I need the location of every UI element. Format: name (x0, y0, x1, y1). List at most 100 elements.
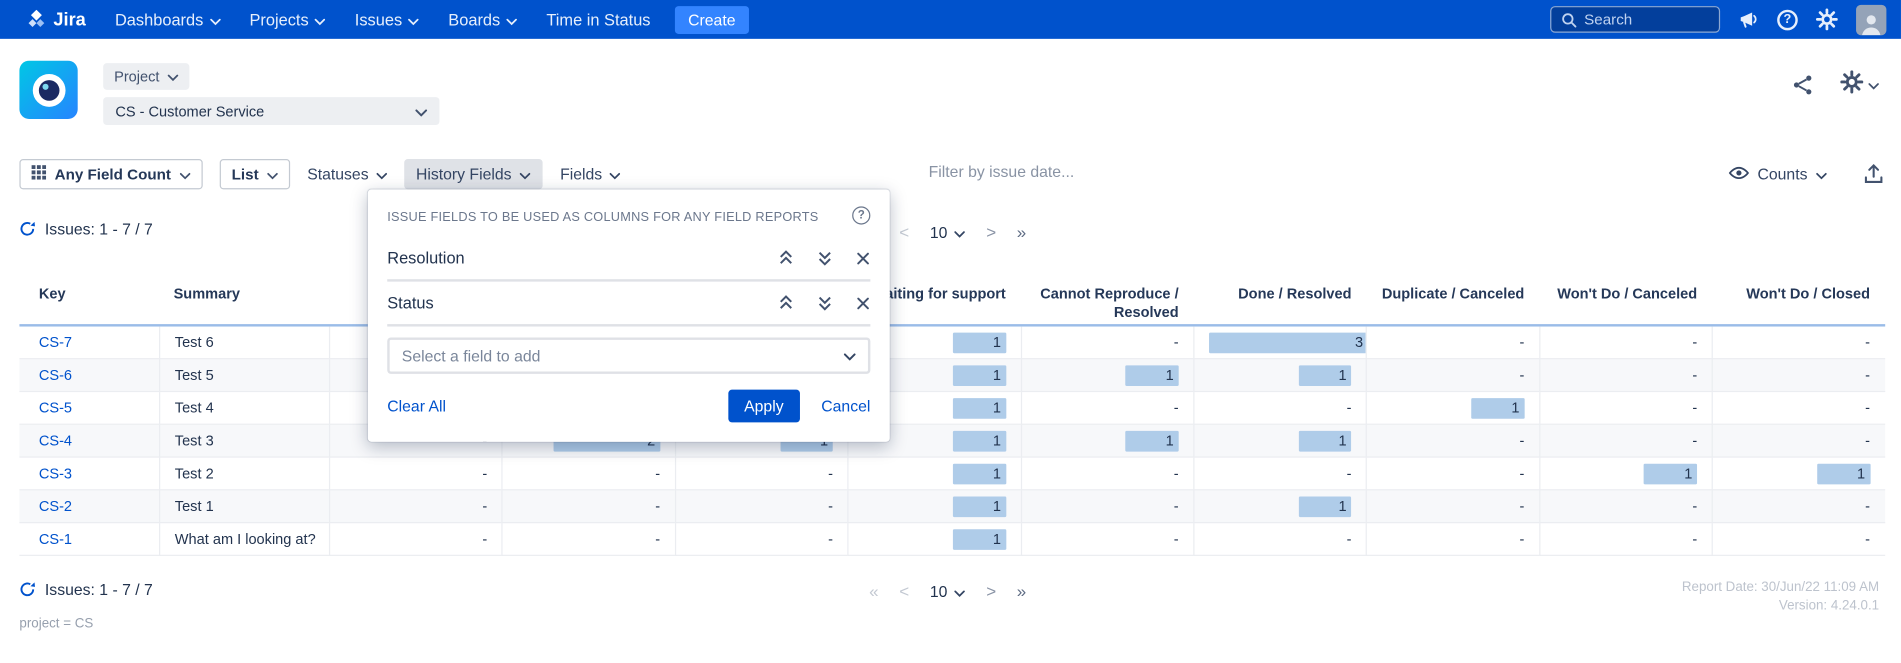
nav-item-label: Boards (448, 10, 500, 28)
count-cell: - (1539, 425, 1712, 458)
report-type-button[interactable]: Any Field Count (19, 159, 202, 189)
report-table: KeySummary/ Waiting for supportCannot Re… (19, 279, 1885, 556)
history-fields-button[interactable]: History Fields (404, 159, 543, 189)
view-mode-button[interactable]: List (220, 159, 291, 189)
count-cell: - (1020, 392, 1193, 425)
count-cell: 1 (1020, 359, 1193, 392)
prev-page-button[interactable]: < (899, 581, 909, 600)
export-icon[interactable] (1863, 164, 1884, 185)
count-cell: - (1712, 327, 1885, 360)
issue-key-link[interactable]: CS-6 (39, 367, 72, 384)
issue-key-link[interactable]: CS-4 (39, 432, 72, 449)
apply-button[interactable]: Apply (728, 390, 799, 423)
page: Jira Dashboards Projects Issues Boards (0, 0, 1901, 663)
page-size-select[interactable]: 10 (930, 582, 966, 600)
table-row: CS-4Test 3-21111--- (19, 425, 1885, 458)
search-input[interactable] (1584, 11, 1709, 28)
project-scope-button[interactable]: Project (103, 63, 190, 90)
cancel-link[interactable]: Cancel (821, 397, 870, 415)
issue-summary: Test 4 (159, 392, 329, 425)
column-header: Summary (159, 279, 329, 303)
column-header: Done / Resolved (1193, 279, 1366, 303)
remove-field-icon[interactable] (856, 251, 871, 266)
project-select[interactable]: CS - Customer Service (103, 97, 439, 125)
create-button[interactable]: Create (675, 5, 749, 33)
next-page-button[interactable]: > (986, 581, 996, 600)
count-bar: 1 (1644, 464, 1697, 485)
announcements-icon[interactable] (1738, 10, 1759, 29)
count-bar: 1 (953, 366, 1006, 387)
user-avatar[interactable] (1856, 4, 1886, 34)
report-version: Version: 4.24.0.1 (1682, 597, 1879, 615)
refresh-icon[interactable] (19, 221, 35, 237)
move-to-bottom-icon[interactable] (817, 295, 833, 311)
count-cell: - (1020, 458, 1193, 491)
prev-page-button[interactable]: < (899, 222, 909, 241)
add-field-select[interactable]: Select a field to add (387, 337, 870, 373)
jql-query-text: project = CS (19, 617, 93, 632)
next-page-button[interactable]: > (986, 222, 996, 241)
issue-key-link[interactable]: CS-1 (39, 530, 72, 547)
move-to-top-icon[interactable] (778, 250, 794, 266)
add-field-placeholder: Select a field to add (402, 347, 541, 365)
count-bar: 1 (1817, 464, 1870, 485)
fields-button[interactable]: Fields (560, 165, 620, 183)
issue-summary: What am I looking at? (159, 523, 329, 556)
table-row: CS-5Test 41--1-- (19, 392, 1885, 425)
history-fields-label: History Fields (416, 165, 512, 183)
chevron-down-icon (267, 166, 278, 183)
move-to-bottom-icon[interactable] (817, 250, 833, 266)
chevron-down-icon (376, 165, 387, 183)
gear-icon[interactable] (1816, 8, 1838, 30)
nav-item-dashboards[interactable]: Dashboards (115, 10, 220, 28)
jira-logo[interactable]: Jira (27, 9, 86, 30)
count-cell: 1 (1193, 490, 1366, 523)
issue-key-link[interactable]: CS-3 (39, 465, 72, 482)
issue-date-filter-input[interactable] (929, 163, 1148, 181)
pagination-top: « < 10 > » (869, 222, 1026, 241)
nav-item-boards[interactable]: Boards (448, 10, 517, 28)
popup-help-icon[interactable]: ? (852, 206, 870, 224)
clear-all-link[interactable]: Clear All (387, 397, 446, 415)
count-cell: - (329, 490, 502, 523)
remove-field-icon[interactable] (856, 296, 871, 311)
nav-item-time-in-status[interactable]: Time in Status (546, 10, 650, 28)
column-header: Duplicate / Canceled (1366, 279, 1539, 303)
popup-title: ISSUE FIELDS TO BE USED AS COLUMNS FOR A… (387, 206, 818, 224)
help-icon[interactable]: ? (1777, 9, 1798, 30)
count-cell: - (502, 523, 675, 556)
first-page-button[interactable]: « (869, 581, 878, 600)
count-cell: - (675, 490, 848, 523)
chevron-down-icon (955, 223, 966, 241)
nav-item-issues[interactable]: Issues (355, 10, 419, 28)
issue-key-cell: CS-7 (19, 327, 159, 360)
chevron-down-icon (844, 345, 856, 367)
issue-key-link[interactable]: CS-7 (39, 334, 72, 351)
report-settings-button[interactable] (1840, 70, 1879, 99)
issue-summary: Test 2 (159, 458, 329, 491)
table-row: CS-2Test 1---1-1--- (19, 490, 1885, 523)
nav-item-projects[interactable]: Projects (249, 10, 325, 28)
refresh-icon[interactable] (19, 581, 35, 597)
statuses-button[interactable]: Statuses (307, 165, 387, 183)
move-to-top-icon[interactable] (778, 295, 794, 311)
last-page-button[interactable]: » (1017, 222, 1026, 241)
counts-toggle-button[interactable]: Counts (1728, 165, 1827, 183)
jira-logo-text: Jira (53, 9, 85, 30)
page-size-select[interactable]: 10 (930, 223, 966, 241)
share-icon[interactable] (1792, 74, 1814, 96)
navbar-search (1550, 6, 1720, 33)
issue-key-link[interactable]: CS-5 (39, 399, 72, 416)
issue-summary: Test 3 (159, 425, 329, 458)
count-cell: - (1193, 523, 1366, 556)
count-cell: - (329, 458, 502, 491)
column-header: Cannot Reproduce / Resolved (1020, 279, 1193, 321)
project-scope-label: Project (114, 68, 159, 85)
last-page-button[interactable]: » (1017, 581, 1026, 600)
issue-key-link[interactable]: CS-2 (39, 498, 72, 515)
issue-key-cell: CS-4 (19, 425, 159, 458)
project-select-value: CS - Customer Service (115, 103, 264, 120)
count-cell: - (1366, 490, 1539, 523)
table-row: CS-6Test 5111--- (19, 359, 1885, 392)
view-mode-label: List (232, 166, 259, 183)
